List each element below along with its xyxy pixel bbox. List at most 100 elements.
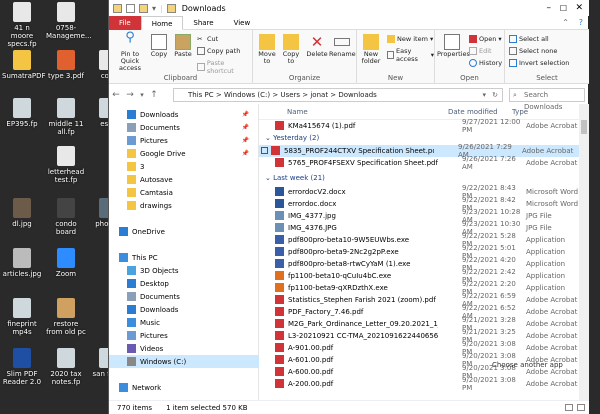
file-row[interactable]: 5835_PROF244CTXV Specification Sheet.pdf… <box>259 143 579 159</box>
sidebar-item[interactable]: Google Drive 📌 <box>109 147 259 160</box>
file-row[interactable]: errordocV2.docx 9/22/2021 8:43 PM Microsof… <box>259 184 579 200</box>
file-row[interactable]: fp1100-beta9-qXRDzthX.exe 9/22/2021 2:20 … <box>259 280 579 296</box>
rename-button[interactable]: Rename <box>329 34 356 58</box>
back-arrow-icon[interactable]: ← <box>109 90 123 100</box>
new-folder-qa-icon[interactable] <box>139 3 148 13</box>
properties-check-icon[interactable] <box>126 3 135 13</box>
desktop-icon[interactable]: dl.jpg <box>2 198 42 228</box>
sidebar-item[interactable]: OneDrive <box>109 225 259 238</box>
delete-button[interactable]: ✕ Delete <box>305 34 329 58</box>
help-icon[interactable]: ? <box>579 18 583 27</box>
file-row[interactable]: errordoc.docx 9/22/2021 8:42 PM Microsoft … <box>259 196 579 212</box>
desktop-icon[interactable]: Slim PDF Reader 2.0 <box>2 348 42 386</box>
sidebar-item[interactable]: Camtasia <box>109 186 259 199</box>
new-item-button[interactable]: New item ▾ <box>387 35 433 43</box>
file-row[interactable]: KMa415674 (1).pdf 9/27/2021 12:00 PM Adobe… <box>259 118 579 134</box>
open-button[interactable]: Open ▾ <box>469 35 502 43</box>
details-view-icon[interactable] <box>565 404 573 411</box>
minimize-button[interactable]: – <box>547 3 552 13</box>
file-row[interactable]: A-901.00.pdf 9/20/2021 3:08 PM Adobe Acrob… <box>259 340 579 356</box>
new-folder-button[interactable]: New folder <box>359 34 383 65</box>
pin-quick-access-button[interactable]: ⚲ Pin to Quick access <box>113 31 147 72</box>
file-row[interactable]: pdf800pro-beta8-rtwCyYaM (1).exe 9/22/202… <box>259 256 579 272</box>
sidebar-item[interactable]: Network <box>109 381 259 394</box>
sidebar-item[interactable]: 3D Objects <box>109 264 259 277</box>
desktop-icon[interactable]: 41 n moore specs.fp <box>2 2 42 48</box>
sidebar-item[interactable]: Pictures 📌 <box>109 134 259 147</box>
file-row[interactable]: pdf800pro-beta10-9W5EUWbs.exe 9/22/2021 5… <box>259 232 579 248</box>
scroll-thumb[interactable] <box>581 120 587 134</box>
file-row[interactable]: IMG_4377.jpg 9/23/2021 10:28 AM JPG File <box>259 208 579 224</box>
sidebar-item[interactable]: Windows (C:) <box>109 355 259 368</box>
desktop-icon[interactable]: 0758-Manageme... <box>46 2 92 40</box>
row-checkbox[interactable] <box>261 147 268 155</box>
maximize-button[interactable]: ☐ <box>560 4 567 13</box>
copy-to-button[interactable]: Copy to <box>279 34 303 65</box>
address-path[interactable]: This PC > Windows (C:) > Users > jonat >… <box>173 88 503 102</box>
file-row[interactable]: 5765_PROF4FSEXV Specification Sheet.pdf 9… <box>259 155 579 171</box>
tab-file[interactable]: File <box>109 15 141 30</box>
sidebar-item[interactable]: Autosave <box>109 173 259 186</box>
sidebar-item[interactable]: Pictures <box>109 329 259 342</box>
group-header-last-week[interactable]: ⌄ Last week (21) <box>265 174 325 182</box>
paste-button[interactable]: Paste <box>171 34 195 58</box>
sidebar-item[interactable]: 3 <box>109 160 259 173</box>
desktop-icon[interactable]: letterhead test.fp <box>46 146 86 184</box>
desktop-icon[interactable]: 2020 tax notes.fp <box>46 348 86 386</box>
file-row[interactable]: fp1100-beta10-qCuIu4bC.exe 9/22/2021 2:42… <box>259 268 579 284</box>
desktop-icon[interactable]: fineprint mp4s <box>2 298 42 336</box>
cut-button[interactable]: ✂ Cut <box>197 35 218 43</box>
vertical-scrollbar[interactable] <box>579 104 589 400</box>
desktop-icon[interactable]: middle 11 all.fp <box>46 98 86 136</box>
sidebar-item[interactable]: Downloads <box>109 303 259 316</box>
select-all-button[interactable]: Select all <box>509 35 549 43</box>
desktop-icon[interactable]: SumatraPDF <box>2 50 46 80</box>
file-row[interactable]: A-200.00.pdf 9/20/2021 3:08 PM Adobe Acrob… <box>259 376 579 392</box>
tab-view[interactable]: View <box>224 16 261 30</box>
large-icons-view-icon[interactable] <box>577 404 585 411</box>
desktop-icon[interactable]: restore from old pc <box>46 298 86 336</box>
tab-share[interactable]: Share <box>183 16 223 30</box>
desktop-icon[interactable]: condo board <box>46 198 86 236</box>
properties-button[interactable]: Properties <box>437 34 470 58</box>
select-none-button[interactable]: Select none <box>509 47 557 55</box>
invert-selection-button[interactable]: Invert selection <box>509 59 569 67</box>
file-row[interactable]: PDF_Factory_7.46.pdf 9/22/2021 6:52 AM Ado… <box>259 304 579 320</box>
collapse-ribbon-icon[interactable]: ⌃ <box>562 18 569 27</box>
qa-dropdown-icon[interactable]: ▾ <box>152 4 156 13</box>
sidebar-item[interactable]: This PC <box>109 251 259 264</box>
file-row[interactable]: Statistics_Stephen Farish 2021 (zoom).pd… <box>259 292 579 308</box>
desktop-icon[interactable]: EP395.fp <box>2 98 42 128</box>
desktop-icon[interactable]: Zoom <box>46 248 86 278</box>
desktop-icon[interactable]: type 3.pdf <box>46 50 86 80</box>
sidebar-item[interactable]: Downloads 📌 <box>109 108 259 121</box>
address-dropdown-icon[interactable]: ▾ <box>482 89 486 101</box>
desktop-icon[interactable]: articles.jpg <box>2 248 42 278</box>
sidebar-item[interactable]: Videos <box>109 342 259 355</box>
group-header-yesterday[interactable]: ⌄ Yesterday (2) <box>265 134 319 142</box>
tab-home[interactable]: Home <box>140 15 184 30</box>
search-input[interactable]: ⌕ Search Downloads <box>509 88 585 111</box>
sidebar-item[interactable]: Documents 📌 <box>109 121 259 134</box>
quick-access-folder-icon[interactable] <box>113 3 122 13</box>
edit-button[interactable]: Edit <box>469 47 492 55</box>
sidebar-item[interactable]: drawings <box>109 199 259 212</box>
file-row[interactable]: IMG_4376.JPG 9/23/2021 10:30 AM JPG File <box>259 220 579 236</box>
copy-button[interactable]: Copy <box>147 34 171 58</box>
sidebar-item[interactable]: Music <box>109 316 259 329</box>
copy-path-button[interactable]: Copy path <box>197 47 240 55</box>
refresh-icon[interactable]: ↻ <box>492 89 498 101</box>
column-name[interactable]: Name <box>259 108 424 119</box>
easy-access-button[interactable]: Easy access ▾ <box>387 47 434 63</box>
history-button[interactable]: History <box>469 59 502 67</box>
move-to-button[interactable]: Move to <box>255 34 279 65</box>
sidebar-item[interactable]: Documents <box>109 290 259 303</box>
paste-shortcut-button[interactable]: Paste shortcut <box>197 59 252 75</box>
sidebar-item[interactable]: Desktop <box>109 277 259 290</box>
recent-dropdown-icon[interactable]: ▾ <box>137 91 147 99</box>
forward-arrow-icon[interactable]: → <box>123 90 137 100</box>
close-button[interactable]: ✕ <box>575 3 583 13</box>
up-arrow-icon[interactable]: ↑ <box>147 90 161 100</box>
file-row[interactable]: M2G_Park_Ordinance_Letter_09.20.2021_1_.… <box>259 316 579 332</box>
file-row[interactable]: pdf800pro-beta9-2Nc2g2pP.exe 9/22/2021 5:… <box>259 244 579 260</box>
